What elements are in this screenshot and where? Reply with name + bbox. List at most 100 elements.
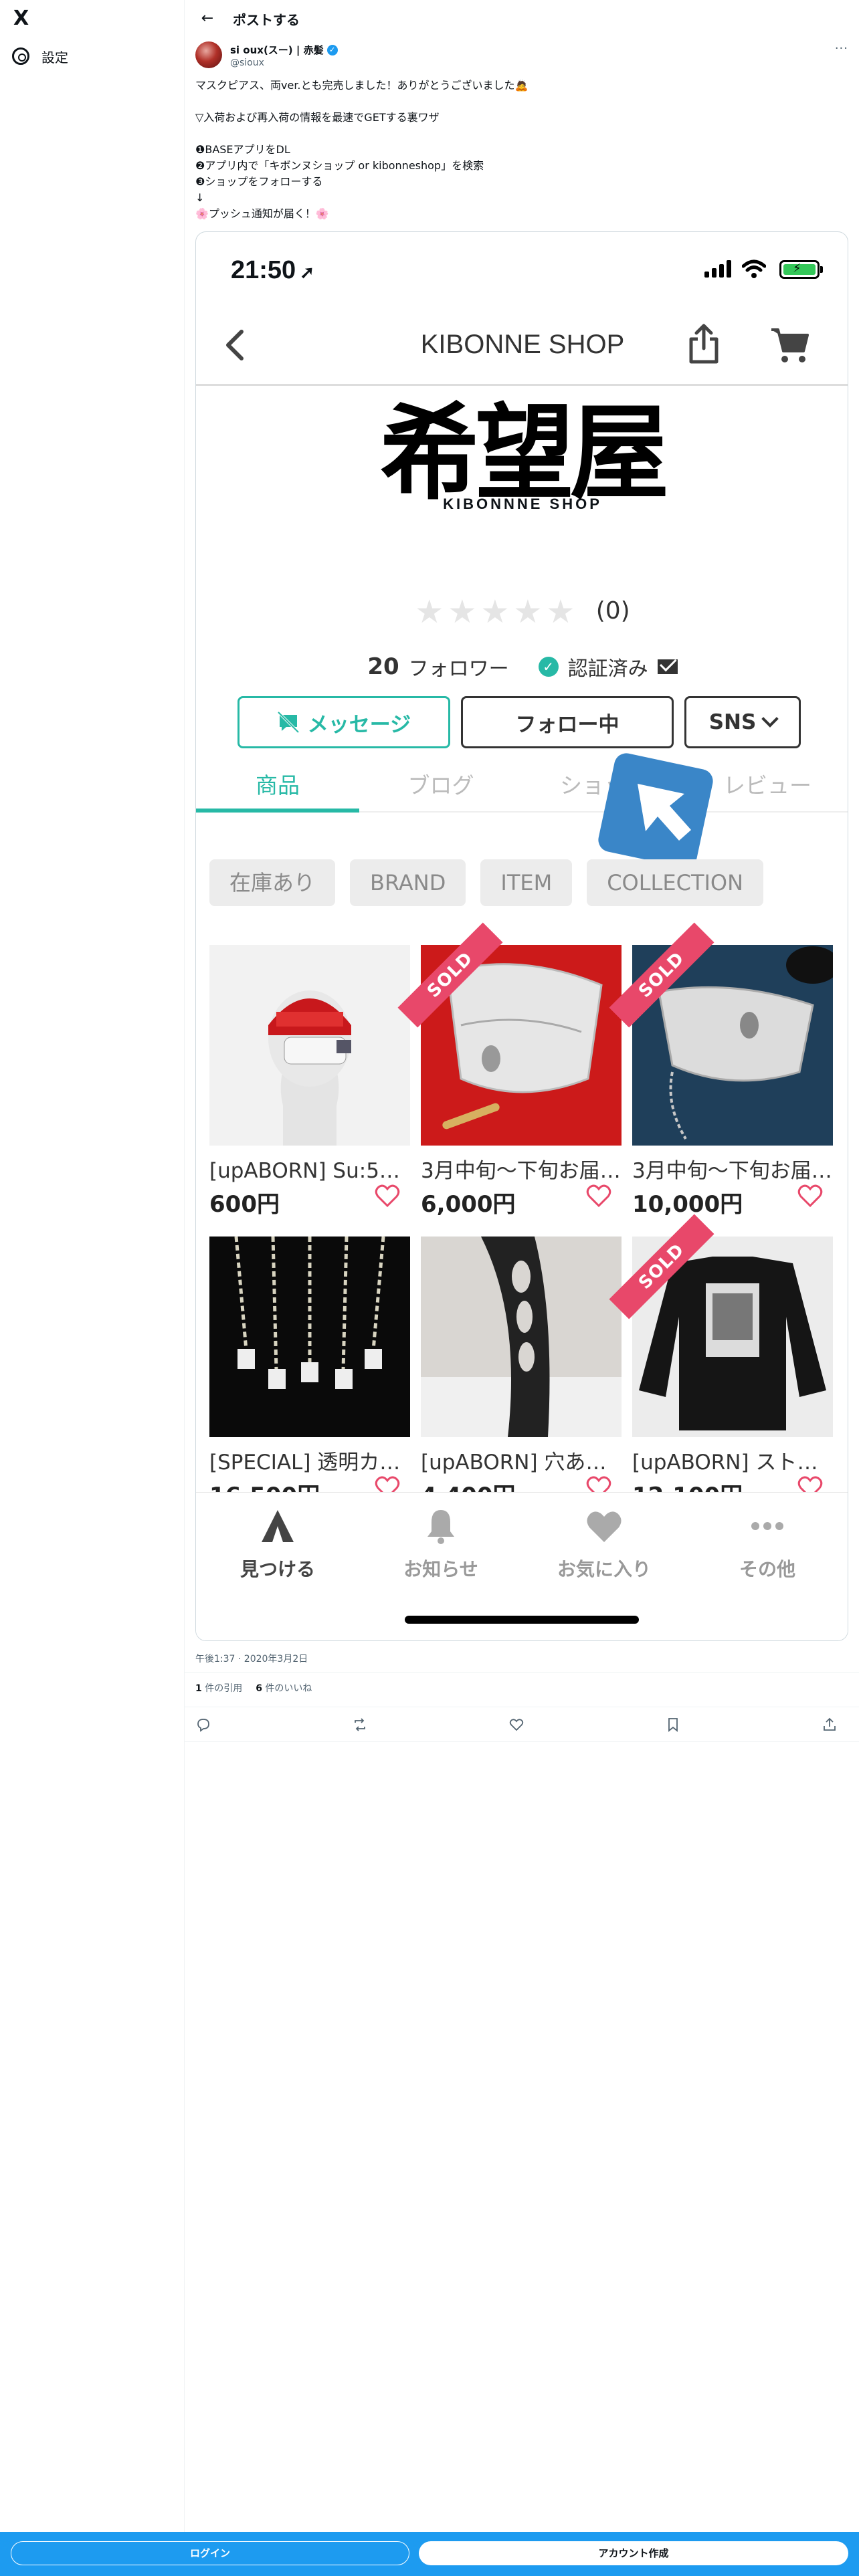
post-text-line: ↓: [195, 191, 205, 204]
likes-label: 件のいいね: [265, 1683, 312, 1694]
product-card[interactable]: SOLD 3月中旬〜下旬お届け予定 10,000円: [609, 922, 833, 1232]
back-arrow-icon[interactable]: ←: [195, 7, 219, 31]
followers-count: 20: [367, 653, 399, 680]
post-text-line: マスクピアス、両ver.とも完売しました！ありがとうございました🙇: [195, 79, 529, 92]
tab-more[interactable]: その他: [686, 1506, 848, 1582]
star-icon: ★: [546, 593, 579, 631]
message-button-label: メッセージ: [307, 712, 411, 737]
product-image: [209, 1237, 410, 1437]
ellipsis-icon: [751, 1522, 783, 1530]
signal-icon: [704, 260, 731, 278]
wifi-icon: [742, 259, 766, 278]
tab-favorites-label: お気に入り: [557, 1558, 651, 1580]
sns-dropdown[interactable]: SNS: [684, 696, 801, 748]
phone-status-bar: 21:50 ➚: [196, 232, 848, 306]
signup-button[interactable]: アカウント作成: [419, 2541, 848, 2565]
product-name: [SPECIAL] 透明カプセル: [209, 1451, 410, 1475]
follow-info: 20 フォロワー ✓ 認証済み: [196, 652, 848, 681]
tab-blog[interactable]: ブログ: [359, 772, 522, 813]
shop-logo: 希望屋 KIBONNNE SHOP: [196, 397, 848, 513]
shop-nav-bar: KIBONNE SHOP: [196, 306, 848, 386]
share-icon[interactable]: [688, 323, 719, 364]
tab-discover[interactable]: 見つける: [196, 1506, 359, 1582]
likes-stat[interactable]: 6 件のいいね: [256, 1681, 312, 1695]
product-card[interactable]: [upABORN] Su:5コラボ 600円: [209, 945, 410, 1232]
heart-icon[interactable]: [585, 1183, 612, 1210]
settings-label: 設定: [41, 49, 68, 66]
product-name: [upABORN] 穴あきタイツ: [421, 1451, 622, 1475]
status-clock: 21:50 ➚: [231, 256, 314, 285]
rating-count: (0): [595, 597, 630, 625]
post-actions: [195, 1717, 838, 1733]
login-button[interactable]: ログイン: [11, 2541, 409, 2565]
product-price: 600円: [209, 1191, 280, 1218]
post-text-line: ❸ショップをフォローする: [195, 175, 323, 188]
star-icon: ★: [513, 593, 547, 631]
following-button[interactable]: フォロー中: [461, 696, 674, 748]
avatar[interactable]: [195, 41, 222, 68]
share-post-icon[interactable]: [822, 1717, 838, 1733]
reply-icon[interactable]: [195, 1717, 211, 1733]
post-author: si oux(スー) | 赤髪 ✓ @sioux ···: [195, 41, 848, 71]
post-text-line: 🌸プッシュ通知が届く！🌸: [195, 207, 329, 220]
author-name[interactable]: si oux(スー) | 赤髪 ✓: [230, 43, 338, 57]
page-title: ポストする: [233, 12, 300, 28]
chip-in-stock[interactable]: 在庫あり: [209, 859, 336, 906]
post-timestamp[interactable]: 午後1:37 · 2020年3月2日: [195, 1652, 308, 1665]
star-icon: ★: [480, 593, 514, 631]
check-circle-icon: ✓: [538, 657, 559, 677]
tab-favorites[interactable]: お気に入り: [522, 1506, 686, 1582]
tab-products[interactable]: 商品: [196, 772, 359, 813]
author-display-name[interactable]: si oux(スー) | 赤髪: [230, 43, 324, 57]
product-card[interactable]: SOLD [upABORN] ストリートロンT 12,100円: [609, 1214, 833, 1524]
like-icon[interactable]: [508, 1717, 524, 1733]
product-card[interactable]: [upABORN] 穴あきタイツ 4,400円: [421, 1237, 622, 1524]
post-text-line: ▽入荷および再入荷の情報を最速でGETする裏ワザ: [195, 111, 440, 124]
x-logo[interactable]: X: [13, 8, 35, 29]
post-image[interactable]: 21:50➚ KIBONNE SHOP: [195, 231, 848, 1641]
quotes-count: 1: [195, 1683, 202, 1694]
tab-notifications-label: お知らせ: [403, 1558, 478, 1580]
tab-more-label: その他: [739, 1558, 795, 1580]
heart-filled-icon: [587, 1511, 622, 1542]
following-button-label: フォロー中: [515, 712, 619, 737]
verified-label: 認証済み: [567, 657, 648, 681]
sns-dropdown-label: SNS: [708, 710, 757, 734]
product-name: 3月中旬〜下旬お届け予定: [632, 1159, 833, 1183]
repost-icon[interactable]: [352, 1717, 368, 1733]
tab-notifications[interactable]: お知らせ: [359, 1506, 522, 1582]
main-column: ← ポストする si oux(スー) | 赤髪 ✓ @sioux ··· マスク…: [185, 0, 859, 2576]
more-options-icon[interactable]: ···: [835, 41, 848, 56]
cart-icon[interactable]: [770, 326, 810, 364]
shop-title: KIBONNE SHOP: [420, 330, 625, 359]
author-handle[interactable]: @sioux: [230, 58, 264, 68]
quotes-stat[interactable]: 1 件の引用: [195, 1681, 242, 1695]
tab-discover-label: 見つける: [240, 1558, 315, 1580]
quotes-label: 件の引用: [205, 1683, 243, 1694]
product-card[interactable]: SOLD 3月中旬〜下旬お届け予定 6,000円: [397, 922, 622, 1232]
top-bar: ← ポストする: [185, 0, 859, 36]
home-indicator: [405, 1616, 639, 1624]
app-bottom-tabs: 見つける お知らせ お気に入り その他: [196, 1492, 848, 1640]
heart-icon[interactable]: [797, 1183, 824, 1210]
settings-link[interactable]: 設定: [12, 43, 68, 70]
chip-collection[interactable]: COLLECTION: [587, 859, 764, 906]
bookmark-icon[interactable]: [665, 1717, 681, 1733]
status-time: 21:50: [231, 256, 296, 284]
chip-brand[interactable]: BRAND: [350, 859, 466, 906]
mail-icon: [657, 659, 678, 674]
battery-icon: [779, 260, 823, 279]
likes-count: 6: [256, 1683, 262, 1694]
product-name: [upABORN] Su:5コラボ: [209, 1159, 410, 1183]
chip-item[interactable]: ITEM: [480, 859, 573, 906]
heart-icon[interactable]: [374, 1183, 401, 1210]
post-text-line: [195, 126, 848, 142]
post-text-line: [195, 94, 848, 110]
star-icon: ★: [448, 593, 481, 631]
product-card[interactable]: [SPECIAL] 透明カプセル 16,500円: [209, 1237, 410, 1524]
chat-off-icon: [277, 711, 300, 734]
bell-icon: [427, 1510, 454, 1544]
post-text: マスクピアス、両ver.とも完売しました！ありがとうございました🙇 ▽入荷および…: [195, 78, 848, 222]
product-price: 6,000円: [421, 1191, 516, 1218]
message-button[interactable]: メッセージ: [237, 696, 450, 748]
